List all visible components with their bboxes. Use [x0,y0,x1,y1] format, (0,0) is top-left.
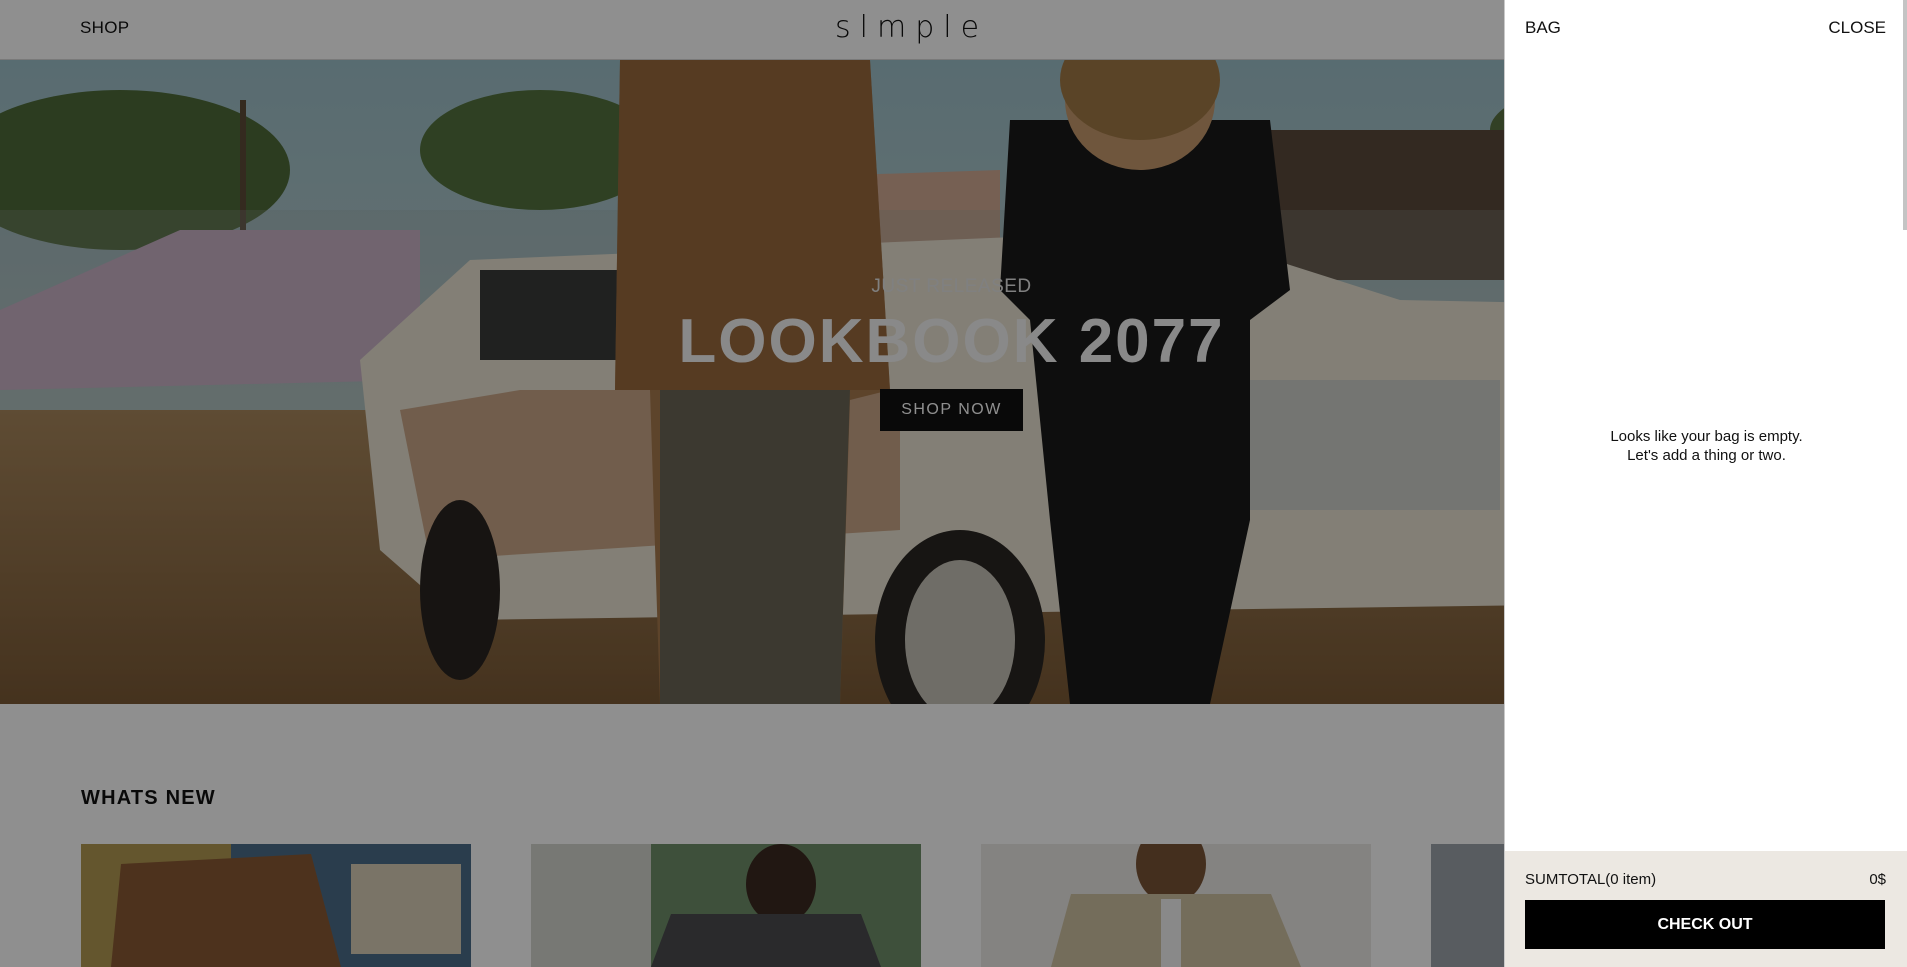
checkout-button[interactable]: CHECK OUT [1525,900,1885,949]
empty-bag-message: Looks like your bag is empty. Let's add … [1505,427,1907,465]
empty-bag-line-2: Let's add a thing or two. [1627,447,1786,464]
bag-drawer: BAG CLOSE Looks like your bag is empty. … [1504,0,1907,967]
page-dim-overlay[interactable] [0,0,1504,967]
subtotal-label: SUMTOTAL(0 item) [1525,871,1657,888]
empty-bag-line-1: Looks like your bag is empty. [1610,428,1803,445]
subtotal-value: 0$ [1869,871,1886,888]
bag-footer: SUMTOTAL(0 item) 0$ CHECK OUT [1505,851,1907,967]
close-button[interactable]: CLOSE [1828,18,1886,38]
bag-title: BAG [1525,18,1561,37]
scrollbar[interactable] [1903,0,1907,230]
